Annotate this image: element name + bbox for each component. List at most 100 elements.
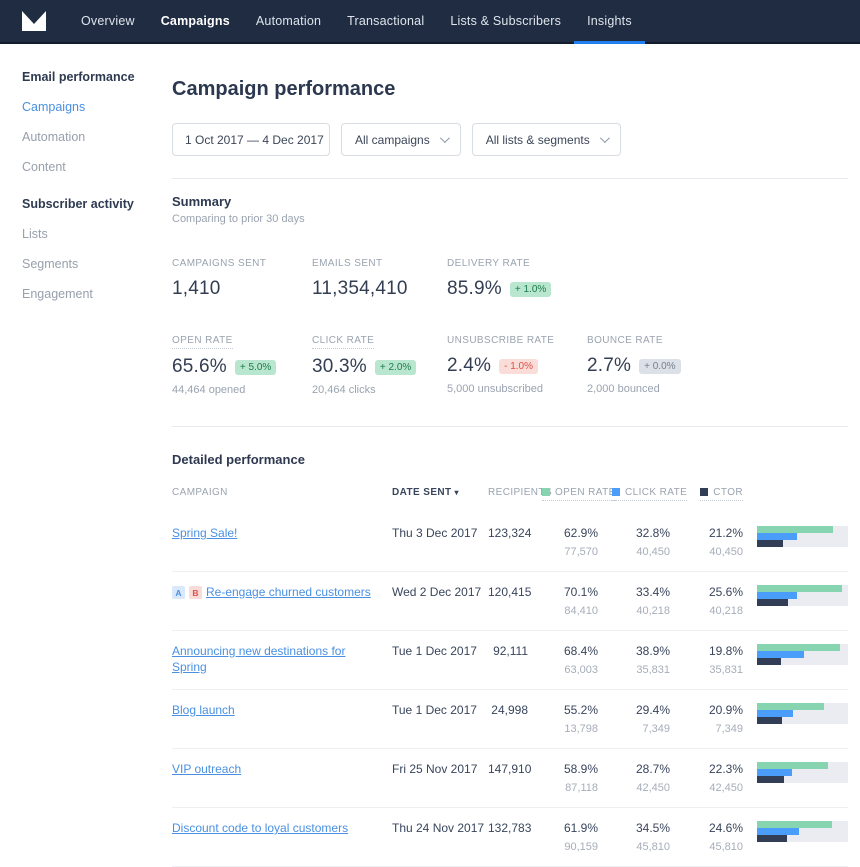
ctor-cell: 19.8%35,831 [684, 642, 757, 676]
column-header-ctor: CTOR [684, 487, 757, 501]
ctor-value: 20.9% [684, 701, 743, 717]
ctor-rate-bar [757, 599, 788, 606]
click-rate-count: 42,450 [612, 782, 670, 794]
ctor-cell: 21.2%40,450 [684, 524, 757, 558]
sidebar-item-engagement[interactable]: Engagement [22, 287, 152, 301]
metric-bounce-rate: Bounce rate2.7%+ 0.0%2,000 bounced [587, 330, 848, 396]
metric-emails-sent: Emails sent11,354,410 [312, 253, 447, 300]
campaign-link[interactable]: Discount code to loyal customers [172, 821, 348, 837]
click-rate-cell: 33.4%40,218 [612, 583, 684, 617]
campaigns-filter-label: All campaigns [355, 133, 430, 147]
top-nav: OverviewCampaignsAutomationTransactional… [0, 0, 860, 44]
sidebar-item-content[interactable]: Content [22, 160, 152, 174]
column-header-label: CTOR [700, 487, 743, 501]
metric-delivery-rate: Delivery rate85.9%+ 1.0% [447, 253, 587, 300]
campaign-cell: ABRe-engage churned customers [172, 583, 392, 601]
ctor-rate-bar [757, 835, 787, 842]
open-rate-cell: 70.1%84,410 [542, 583, 612, 617]
click-rate-bar [757, 592, 797, 599]
lists-filter-label: All lists & segments [486, 133, 590, 147]
ctor-count: 45,810 [684, 841, 743, 853]
nav-tab-transactional[interactable]: Transactional [334, 0, 437, 42]
sidebar-item-automation[interactable]: Automation [22, 130, 152, 144]
click-rate-cell: 29.4%7,349 [612, 701, 684, 735]
metric-campaigns-sent: Campaigns sent1,410 [172, 253, 312, 300]
column-header-date-sent[interactable]: Date sent▾ [392, 487, 488, 498]
change-badge: + 1.0% [510, 282, 551, 297]
ctor-count: 7,349 [684, 723, 743, 735]
click-rate-bar [757, 828, 799, 835]
summary-section: Summary Comparing to prior 30 days Campa… [172, 194, 848, 396]
sidebar: Email performanceCampaignsAutomationCont… [0, 44, 152, 867]
date-sent-cell: Tue 1 Dec 2017 [392, 642, 488, 658]
metric-label: Unsubscribe rate [447, 335, 554, 346]
open-rate-value: 55.2% [542, 701, 598, 717]
table-row: Discount code to loyal customers Thu 24 N… [172, 808, 848, 867]
campaign-link[interactable]: Spring Sale! [172, 526, 237, 542]
open-rate-count: 84,410 [542, 605, 598, 617]
campaign-monitor-logo[interactable] [22, 0, 46, 42]
campaign-link[interactable]: VIP outreach [172, 762, 241, 778]
campaign-link[interactable]: Announcing new destinations for Spring [172, 644, 382, 675]
metric-value: 2.7% [587, 355, 631, 377]
lists-filter-dropdown[interactable]: All lists & segments [472, 123, 621, 156]
metric-value: 1,410 [172, 278, 221, 300]
rate-bars-track [757, 585, 848, 606]
campaigns-filter-dropdown[interactable]: All campaigns [341, 123, 461, 156]
click-rate-cell: 32.8%40,450 [612, 524, 684, 558]
recipients-cell: 120,415 [488, 583, 542, 599]
date-range-input[interactable]: 1 Oct 2017 — 4 Dec 2017 [172, 123, 330, 156]
open-rate-value: 62.9% [542, 524, 598, 540]
nav-tab-lists-subscribers[interactable]: Lists & Subscribers [437, 0, 574, 42]
metric-open-rate: Open rate65.6%+ 5.0%44,464 opened [172, 330, 312, 396]
rate-bars-cell [757, 524, 848, 547]
click-rate-legend-icon [612, 488, 620, 496]
nav-tab-overview[interactable]: Overview [68, 0, 148, 42]
metric-value: 11,354,410 [312, 278, 408, 300]
metric-subtext: 2,000 bounced [587, 383, 848, 395]
metric-unsubscribe-rate: Unsubscribe rate2.4%- 1.0%5,000 unsubscr… [447, 330, 587, 396]
change-badge: + 2.0% [375, 360, 416, 375]
campaign-link[interactable]: Re-engage churned customers [206, 585, 371, 601]
rate-bars-track [757, 703, 848, 724]
filter-bar: 1 Oct 2017 — 4 Dec 2017 All campaigns Al… [172, 123, 848, 156]
click-rate-value: 29.4% [612, 701, 670, 717]
ab-test-variant-b-badge: B [189, 586, 202, 599]
ctor-cell: 22.3%42,450 [684, 760, 757, 794]
ctor-rate-bar [757, 540, 783, 547]
open-rate-bar [757, 644, 840, 651]
recipients-cell: 24,998 [488, 701, 542, 717]
rate-bars-track [757, 762, 848, 783]
metric-subtext: 5,000 unsubscribed [447, 383, 587, 395]
date-sent-cell: Wed 2 Dec 2017 [392, 583, 488, 599]
metric-value: 85.9% [447, 278, 502, 300]
metric-value: 65.6% [172, 356, 227, 378]
click-rate-count: 40,450 [612, 546, 670, 558]
open-rate-value: 58.9% [542, 760, 598, 776]
nav-tab-campaigns[interactable]: Campaigns [148, 0, 243, 42]
ctor-cell: 24.6%45,810 [684, 819, 757, 853]
sidebar-item-campaigns[interactable]: Campaigns [22, 100, 152, 114]
date-sent-cell: Thu 3 Dec 2017 [392, 524, 488, 540]
open-rate-cell: 62.9%77,570 [542, 524, 612, 558]
campaign-link[interactable]: Blog launch [172, 703, 235, 719]
ctor-value: 21.2% [684, 524, 743, 540]
sidebar-heading-subscriber-activity: Subscriber activity [22, 197, 152, 211]
metric-value-row: 1,410 [172, 278, 312, 300]
metric-value-row: 11,354,410 [312, 278, 447, 300]
main-content: Campaign performance 1 Oct 2017 — 4 Dec … [152, 44, 860, 867]
nav-tab-insights[interactable]: Insights [574, 0, 645, 42]
column-header-label: Date sent [392, 487, 452, 498]
nav-tab-automation[interactable]: Automation [243, 0, 334, 42]
metric-label: Bounce rate [587, 335, 663, 346]
rate-bars-cell [757, 701, 848, 724]
recipients-cell: 123,324 [488, 524, 542, 540]
divider [172, 426, 848, 427]
date-sent-cell: Thu 24 Nov 2017 [392, 819, 488, 835]
sidebar-item-segments[interactable]: Segments [22, 257, 152, 271]
sidebar-item-lists[interactable]: Lists [22, 227, 152, 241]
open-rate-cell: 58.9%87,118 [542, 760, 612, 794]
open-rate-bar [757, 821, 832, 828]
metric-label: Click rate [312, 335, 374, 349]
open-rate-count: 90,159 [542, 841, 598, 853]
